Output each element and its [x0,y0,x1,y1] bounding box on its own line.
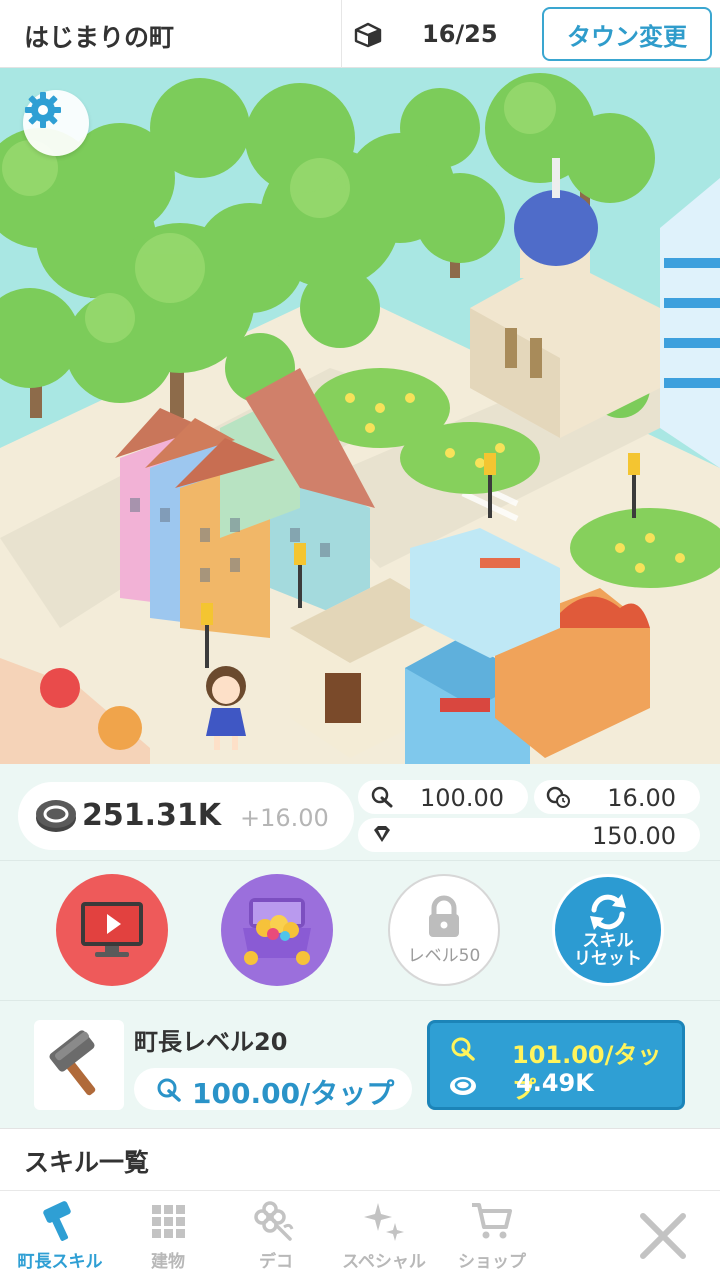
skill-list-title: スキル一覧 [24,1148,150,1177]
current-tap-value: 100.00/タップ [134,1068,412,1110]
town-name: はじまりの町 [24,23,175,52]
nav-buildings[interactable]: 建物 [114,1199,222,1277]
tap-income-stat: 100.00 [358,780,528,814]
nav-special[interactable]: スペシャル [330,1199,438,1277]
coin-icon [36,800,76,832]
close-icon [640,1213,686,1259]
tap-coin-icon [451,1037,475,1061]
locked-level-label: レベル50 [407,945,481,966]
town-scene[interactable] [0,68,720,764]
tap-income-value: 100.00 [420,784,504,812]
nav-shop[interactable]: ショップ [438,1199,546,1277]
skill-list-header: スキル一覧 [0,1128,720,1190]
grid-icon [152,1205,185,1238]
treasure-chest-icon [243,898,311,965]
tv-play-icon [81,902,143,957]
tap-coin-icon [157,1078,181,1102]
refresh-icon [590,894,626,930]
coin-counter: 251.31K +16.00 [18,782,354,850]
upgrade-cost: 4.49K [516,1069,594,1097]
divider [0,860,720,861]
settings-button[interactable] [23,90,89,156]
upgrade-skill-button[interactable]: 101.00/タップ 4.49K [427,1020,685,1110]
tap-coin-icon [371,786,393,808]
nav-label: ショップ [458,1252,526,1272]
gear-icon [25,92,61,128]
bottom-navigation: 町長スキル 建物 デコ スペシャル ショップ [0,1190,720,1280]
nav-label: 町長スキル [17,1252,103,1272]
cube-icon [354,22,382,48]
divider [0,1000,720,1001]
hammer-icon [43,1201,71,1241]
skill-reset-button[interactable]: スキル リセット [552,874,664,986]
gem-stat: 150.00 [358,818,700,852]
divider [341,0,342,68]
blue-tower [660,178,720,468]
gem-value: 150.00 [592,822,676,850]
skill-thumbnail [34,1020,124,1110]
watch-video-button[interactable] [56,874,168,986]
current-tap-text: 100.00/タップ [192,1077,395,1110]
nav-label: スペシャル [342,1252,426,1272]
clock-coin-icon [546,786,570,808]
town-change-button[interactable]: タウン変更 [542,7,712,61]
coin-gain: +16.00 [240,804,329,832]
mayor-level: 町長レベル20 [134,1028,288,1056]
sparkle-icon [364,1203,404,1241]
hammer-icon [49,1030,96,1096]
treasure-chest-button[interactable] [221,874,333,986]
auto-income-value: 16.00 [607,784,676,812]
cart-icon [472,1203,512,1239]
coin-amount: 251.31K [82,798,222,833]
coin-icon [450,1077,476,1095]
close-button[interactable] [628,1203,698,1269]
flower-icon [254,1201,294,1241]
nav-mayor-skill[interactable]: 町長スキル [6,1199,114,1277]
skill-reset-label-2: リセット [574,949,642,969]
nav-label: デコ [259,1252,293,1272]
town-progress: 16/25 [422,20,498,48]
town-map [0,68,720,764]
resource-panel: 251.31K +16.00 100.00 16.00 150.00 レベル50… [0,764,720,1190]
nav-label: 建物 [151,1252,185,1272]
lock-icon [429,895,459,937]
diamond-icon [374,826,390,842]
auto-income-stat: 16.00 [534,780,700,814]
nav-deco[interactable]: デコ [222,1199,330,1277]
skill-reset-label-1: スキル [582,931,634,951]
locked-skill-button[interactable]: レベル50 [388,874,500,986]
top-bar: はじまりの町 16/25 タウン変更 [0,0,720,68]
